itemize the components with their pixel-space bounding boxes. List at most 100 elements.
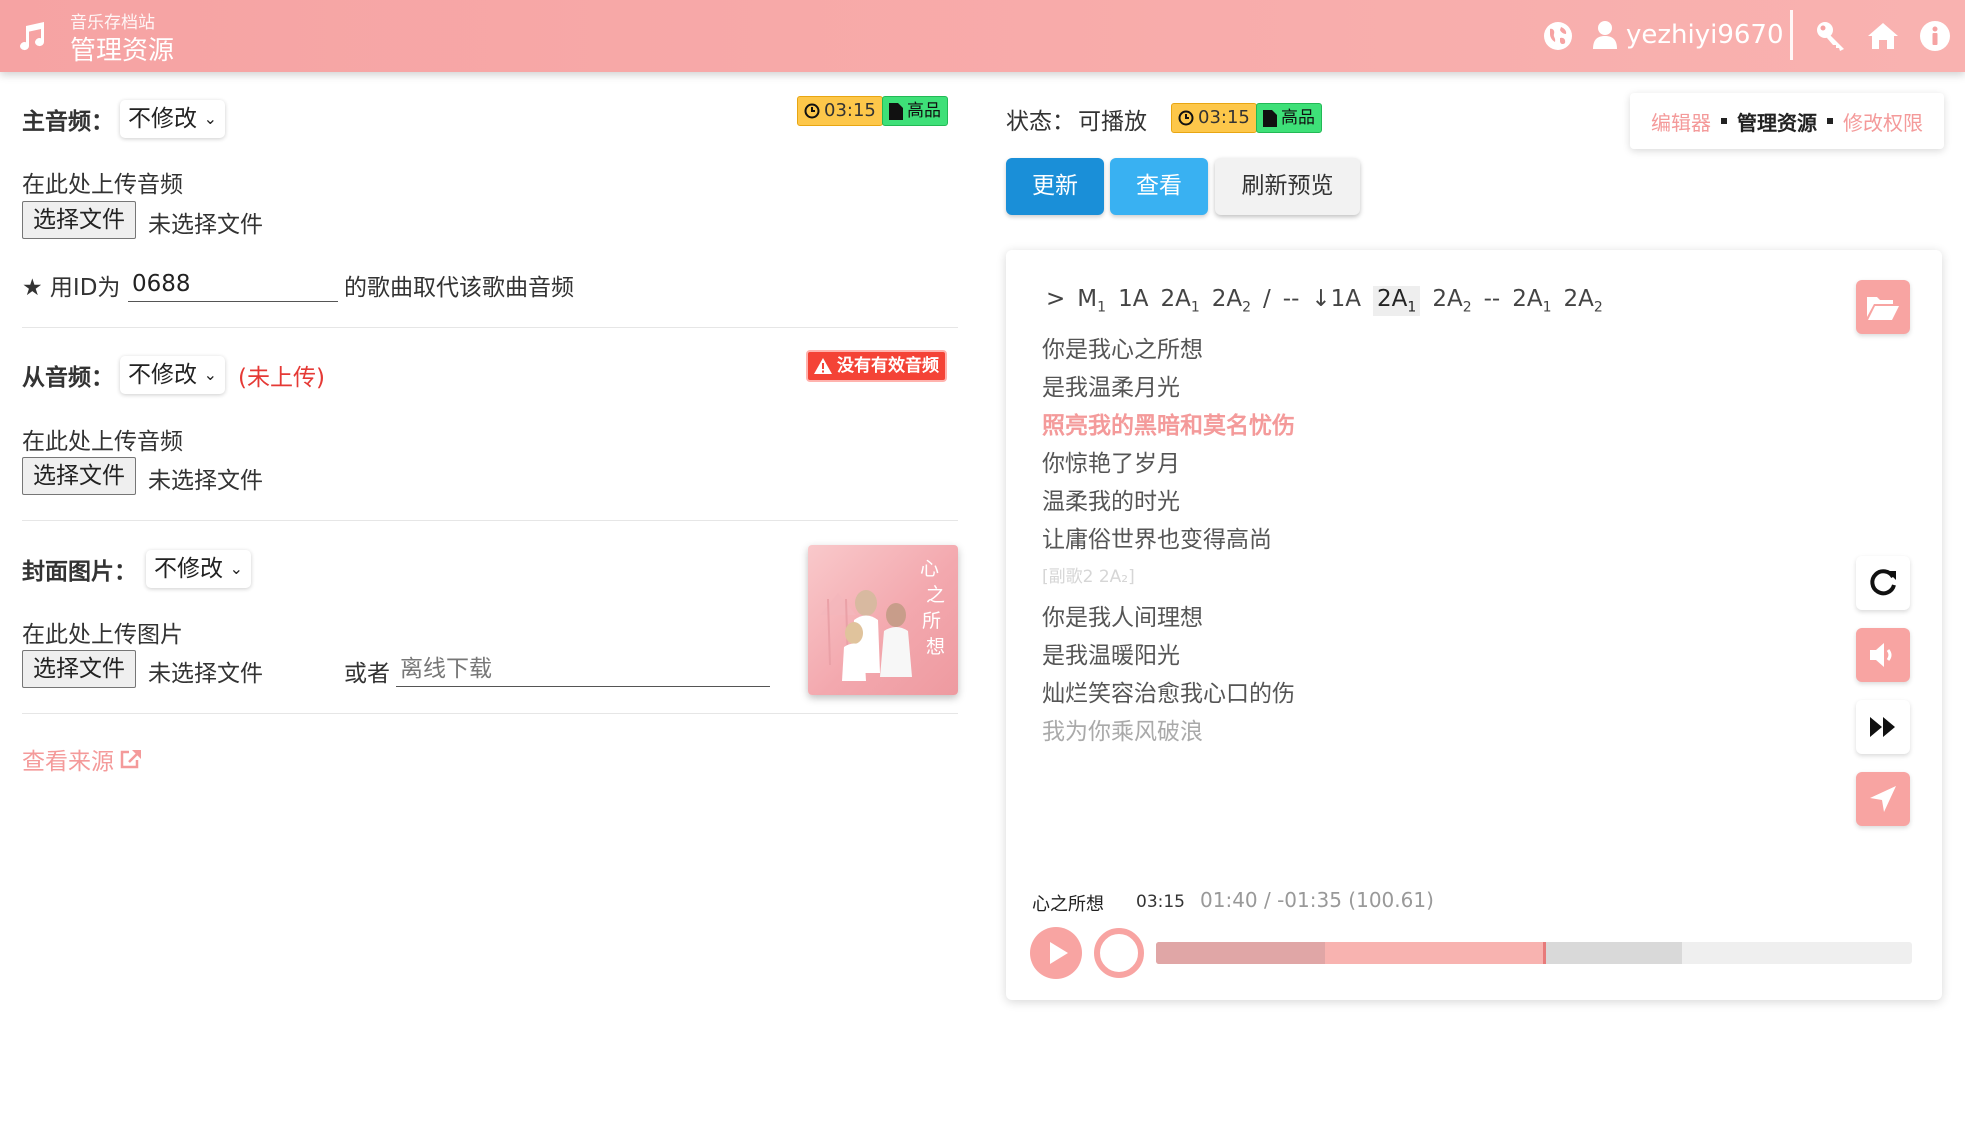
info-icon[interactable] [1919, 20, 1951, 52]
main-audio-file-button[interactable]: 选择文件 [22, 201, 136, 239]
breadcrumb-editor[interactable]: 编辑器 [1651, 107, 1711, 136]
view-source-link[interactable]: 查看来源 [22, 742, 142, 776]
sequence-item[interactable]: 1A [1118, 286, 1148, 312]
view-button[interactable]: 查看 [1110, 158, 1208, 215]
or-label: 或者 [344, 661, 390, 687]
lyric-line[interactable]: 你惊艳了岁月 [1042, 444, 1180, 478]
cover-select[interactable]: 不修改 ⌄ [146, 550, 251, 588]
folder-open-icon [1867, 297, 1899, 320]
sequence-item[interactable]: ↓1A [1311, 286, 1361, 312]
username: yezhiyi9670 [1626, 20, 1784, 50]
sequence-item-text: -- [1483, 286, 1501, 312]
section-divider [22, 520, 958, 521]
view-source-label: 查看来源 [22, 749, 114, 775]
update-button[interactable]: 更新 [1006, 158, 1104, 215]
duration-text: 03:15 [1198, 107, 1250, 128]
play-icon [1050, 942, 1068, 964]
chevron-down-icon: ⌄ [229, 559, 243, 578]
lyric-line[interactable]: 你是我人间理想 [1042, 598, 1203, 632]
breadcrumb-permission[interactable]: 修改权限 [1843, 107, 1923, 136]
cover-select-value: 不修改 [154, 556, 223, 582]
main-audio-select[interactable]: 不修改 ⌄ [120, 100, 225, 138]
file-icon [889, 102, 903, 120]
sequence-item[interactable]: -- [1484, 286, 1501, 312]
sequence-item-text: / [1263, 286, 1271, 312]
sequence-item-text: M [1077, 286, 1098, 312]
replace-id-suffix: 的歌曲取代该歌曲音频 [344, 275, 574, 301]
open-folder-button[interactable] [1856, 280, 1910, 334]
progress-bar[interactable] [1156, 942, 1912, 964]
offline-download-input[interactable] [396, 651, 770, 687]
user-menu[interactable]: yezhiyi9670 [1592, 20, 1784, 50]
sequence-item-text: 2A [1432, 286, 1463, 312]
header-divider [1790, 10, 1793, 60]
user-icon [1593, 21, 1617, 49]
sequence-item-text: -- [1282, 286, 1300, 312]
locate-icon [1870, 786, 1896, 812]
sequence-item[interactable]: 2A1 [1512, 286, 1551, 316]
status-value: 可播放 [1078, 109, 1147, 135]
locate-button[interactable] [1856, 772, 1910, 826]
file-icon [1263, 109, 1277, 127]
cover-label: 封面图片： [22, 559, 137, 585]
sequence-item-subscript: 2 [1593, 299, 1603, 316]
sub-audio-file-status: 未选择文件 [148, 468, 263, 494]
volume-button[interactable] [1856, 628, 1910, 682]
home-icon[interactable] [1867, 20, 1899, 52]
warning-icon [814, 358, 832, 374]
svg-text:想: 想 [926, 636, 945, 658]
fast-forward-button[interactable] [1856, 700, 1910, 754]
lyric-line[interactable]: 让庸俗世界也变得高尚 [1042, 520, 1272, 554]
record-button[interactable] [1094, 928, 1144, 978]
main-audio-upload-label: 在此处上传音频 [22, 172, 183, 198]
progress-thumb[interactable] [1543, 942, 1547, 964]
playback-position: 01:40 / -01:35 (100.61) [1200, 888, 1434, 912]
chevron-down-icon: ⌄ [203, 365, 217, 384]
sub-audio-label: 从音频： [22, 365, 114, 391]
sequence-item-subscript: 2 [1462, 299, 1472, 316]
chevron-down-icon: ⌄ [203, 109, 217, 128]
globe-icon[interactable] [1542, 20, 1574, 52]
sequence-item[interactable]: 2A2 [1564, 286, 1603, 316]
music-icon[interactable] [16, 20, 48, 52]
main-audio-label: 主音频： [22, 109, 114, 135]
quality-badge: 高品 [882, 96, 948, 126]
cover-image[interactable]: 心 之 所 想 [808, 545, 958, 695]
lyric-line[interactable]: 我为你乘风破浪 [1042, 712, 1203, 746]
cover-file-button[interactable]: 选择文件 [22, 650, 136, 688]
breadcrumb-separator [1827, 118, 1833, 124]
replace-id-input[interactable] [128, 266, 338, 302]
lyric-line[interactable]: 灿烂笑容治愈我心口的伤 [1042, 674, 1295, 708]
sequence-item[interactable]: -- [1283, 286, 1300, 312]
lyric-line[interactable]: 照亮我的黑暗和莫名忧伤 [1042, 406, 1295, 440]
key-icon[interactable] [1815, 20, 1847, 52]
play-button[interactable] [1030, 927, 1082, 979]
page-title: 管理资源 [70, 36, 175, 66]
sub-audio-status: (未上传) [238, 365, 325, 391]
sequence-item[interactable]: > [1046, 286, 1065, 312]
sequence-item[interactable]: 2A2 [1212, 286, 1251, 316]
lyric-line[interactable]: 你是我心之所想 [1042, 330, 1203, 364]
main-audio-file-status: 未选择文件 [148, 212, 263, 238]
sequence-item[interactable]: M1 [1077, 286, 1106, 316]
lyric-line[interactable]: 温柔我的时光 [1042, 482, 1180, 516]
sequence-item[interactable]: 2A1 [1160, 286, 1199, 316]
sequence-item-subscript: 1 [1407, 299, 1417, 316]
sub-audio-select[interactable]: 不修改 ⌄ [120, 356, 225, 394]
sequence-item[interactable]: 2A1 [1373, 286, 1421, 316]
sequence-item[interactable]: / [1263, 286, 1271, 312]
clock-icon [1178, 110, 1194, 126]
refresh-icon [1870, 569, 1896, 596]
sub-audio-file-button[interactable]: 选择文件 [22, 457, 136, 495]
refresh-preview-button[interactable]: 刷新预览 [1215, 158, 1360, 215]
lyric-line[interactable]: 是我温柔月光 [1042, 368, 1180, 402]
lyric-line[interactable]: 是我温暖阳光 [1042, 636, 1180, 670]
external-link-icon [120, 750, 141, 769]
reload-button[interactable] [1856, 556, 1910, 610]
main-audio-select-value: 不修改 [128, 106, 197, 132]
progress-loop-segment [1156, 942, 1325, 964]
lyric-section-marker[interactable]: [副歌2 2A₂] [1042, 562, 1135, 587]
cover-art: 心 之 所 想 [820, 558, 945, 681]
sequence-item[interactable]: 2A2 [1432, 286, 1471, 316]
sub-audio-select-value: 不修改 [128, 362, 197, 388]
